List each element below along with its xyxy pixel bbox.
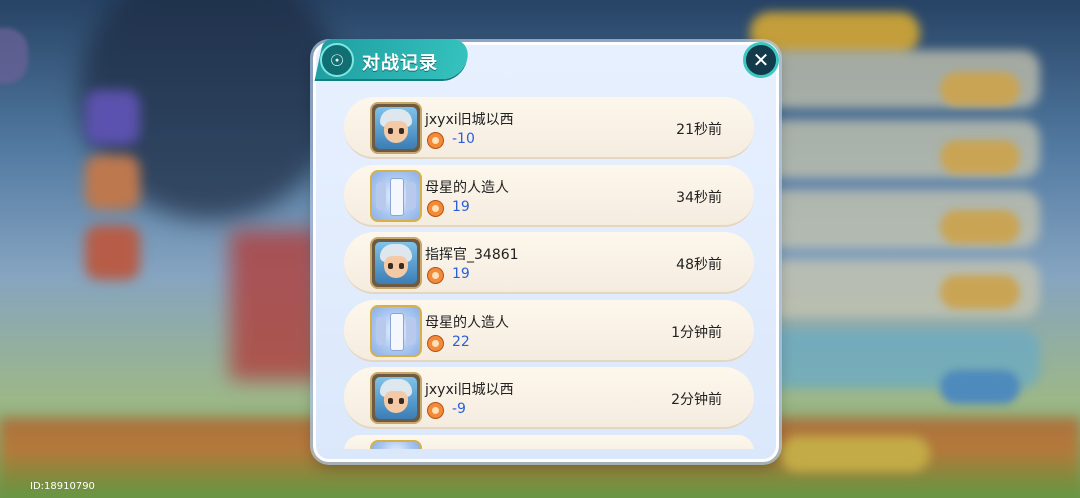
dialog-title: 对战记录: [362, 53, 438, 74]
score-change: -10: [452, 131, 475, 147]
boy-hero-avatar[interactable]: [370, 102, 422, 154]
score-change: 22: [452, 333, 470, 350]
record-time: 1分钟前: [671, 324, 722, 341]
tower-frame-avatar[interactable]: [370, 304, 422, 357]
close-icon: ✕: [752, 48, 770, 72]
close-button[interactable]: ✕: [743, 42, 779, 78]
trophy-coin-icon: [427, 199, 444, 217]
record-row-partial[interactable]: [344, 434, 754, 449]
record-time: 34秒前: [676, 189, 722, 206]
boy-hero-avatar[interactable]: [370, 372, 422, 424]
battle-record-dialog: ☉ 对战记录 ✕ jxyxi旧城以西 -10 21秒前 母星的人造人 19 34…: [313, 39, 779, 462]
record-list[interactable]: jxyxi旧城以西 -10 21秒前 母星的人造人 19 34秒前 指挥官_34…: [344, 97, 754, 449]
record-row[interactable]: jxyxi旧城以西 -10 21秒前: [344, 97, 754, 159]
record-time: 48秒前: [676, 257, 722, 273]
lightbulb-icon: ☉: [320, 43, 354, 77]
score-change: 19: [452, 198, 470, 215]
boy-hero-avatar[interactable]: [370, 237, 422, 289]
record-row[interactable]: jxyxi旧城以西 -9 2分钟前: [344, 367, 754, 429]
player-name: 母星的人造人: [425, 179, 509, 196]
tower-frame-avatar[interactable]: [370, 439, 422, 449]
player-name: 母星的人造人: [425, 314, 509, 331]
player-name: 指挥官_34861: [425, 247, 519, 263]
record-time: 2分钟前: [671, 392, 722, 408]
record-time: 21秒前: [676, 122, 722, 138]
trophy-coin-icon: [427, 132, 444, 149]
tower-frame-avatar[interactable]: [370, 169, 422, 222]
record-row[interactable]: 母星的人造人 19 34秒前: [344, 164, 754, 227]
score-change: 19: [452, 266, 470, 282]
record-row[interactable]: 指挥官_34861 19 48秒前: [344, 232, 754, 294]
player-id-label: ID:18910790: [30, 481, 95, 492]
player-name: jxyxi旧城以西: [425, 382, 514, 398]
player-name: jxyxi旧城以西: [425, 112, 514, 128]
trophy-coin-icon: [427, 334, 444, 352]
trophy-coin-icon: [427, 402, 444, 419]
record-row[interactable]: 母星的人造人 22 1分钟前: [344, 299, 754, 362]
score-change: -9: [452, 401, 466, 417]
trophy-coin-icon: [427, 267, 444, 284]
